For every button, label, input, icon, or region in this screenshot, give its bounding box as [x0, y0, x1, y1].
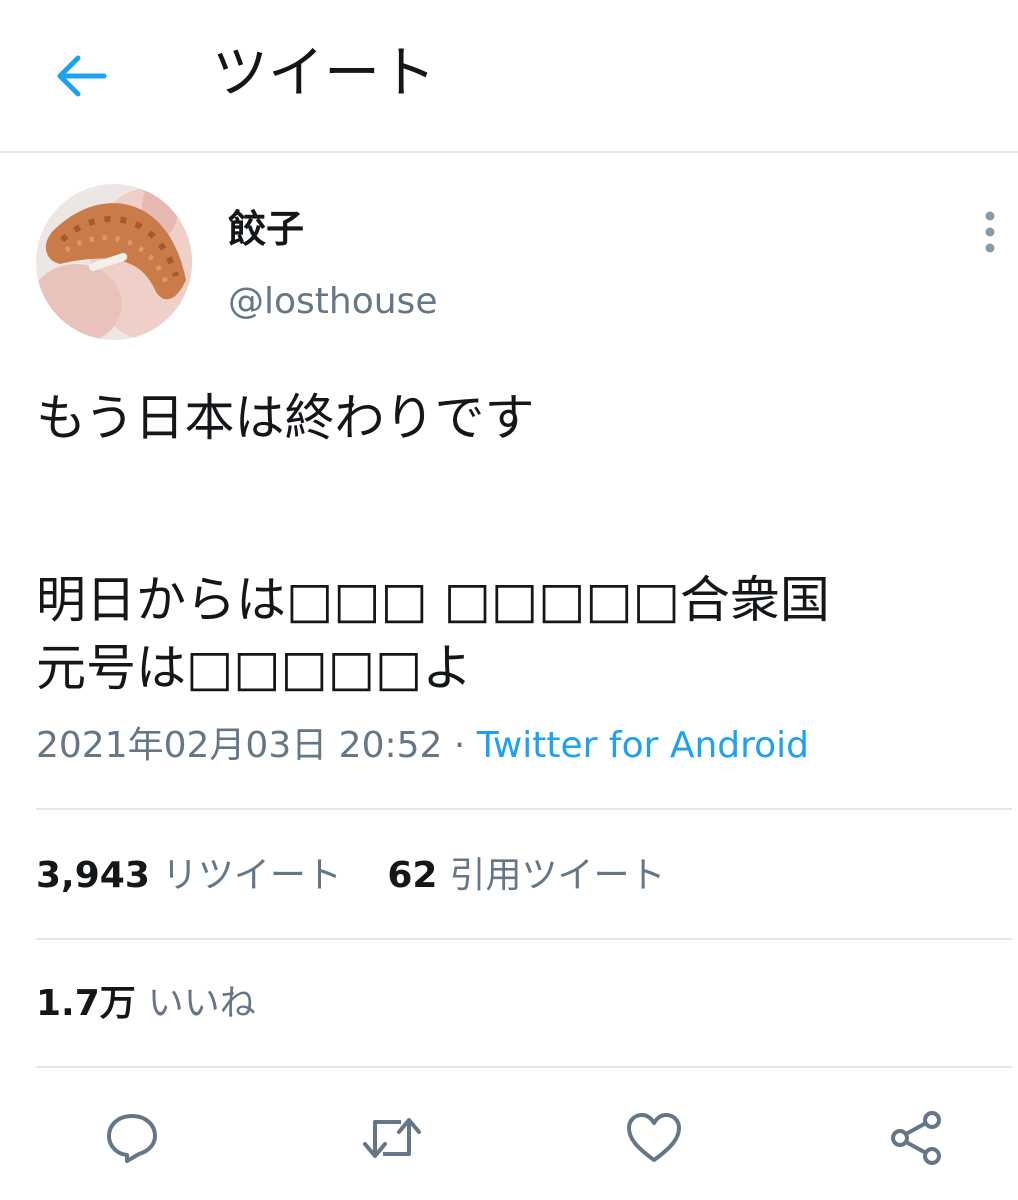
back-button[interactable] [52, 48, 112, 104]
likes-stat[interactable]: 1.7万 いいね [36, 974, 256, 1034]
tweet-timestamp: 2021年02月03日 20:52 [36, 725, 443, 766]
retweets-stat[interactable]: 3,943 リツイート [36, 846, 342, 906]
engagement-stats-row: 3,943 リツイート 62 引用ツイート [36, 846, 699, 906]
quotes-count: 62 [387, 855, 438, 896]
share-icon [891, 1111, 941, 1165]
quotes-stat[interactable]: 62 引用ツイート [387, 846, 665, 906]
vertical-ellipsis-icon [985, 211, 995, 253]
tweet-text: もう日本は終わりです 明日からは□□□ □□□□□合衆国 元号は□□□□□よ [36, 384, 996, 702]
likes-stats-row: 1.7万 いいね [36, 974, 290, 1034]
tweet-action-bar [0, 1098, 1018, 1178]
tweet-meta: 2021年02月03日 20:52 · Twitter for Android [36, 718, 809, 774]
likes-label: いいね [147, 983, 256, 1024]
retweet-icon [363, 1118, 421, 1158]
tweet-line: 明日からは□□□ □□□□□合衆国 [36, 571, 830, 629]
tweet-line: 元号は□□□□□よ [36, 639, 473, 697]
tweet-line [36, 452, 996, 566]
page-title: ツイート [212, 41, 436, 106]
more-options-button[interactable] [970, 206, 1010, 258]
meta-separator: · [453, 725, 466, 766]
likes-count: 1.7万 [36, 983, 136, 1024]
heart-icon [627, 1113, 681, 1162]
divider [36, 808, 1012, 810]
share-button[interactable] [876, 1098, 956, 1178]
retweet-button[interactable] [352, 1098, 432, 1178]
divider [36, 1066, 1012, 1068]
quotes-label: 引用ツイート [449, 855, 666, 896]
divider [36, 938, 1012, 940]
author-handle[interactable]: @losthouse [228, 278, 437, 326]
author-display-name[interactable]: 餃子 [228, 204, 304, 254]
retweets-label: リツイート [161, 855, 342, 896]
tweet-source-link[interactable]: Twitter for Android [477, 725, 809, 766]
avatar[interactable] [36, 184, 192, 340]
arrow-left-icon [57, 55, 107, 97]
reply-button[interactable] [92, 1098, 172, 1178]
app-header: ツイート [0, 0, 1018, 153]
tweet-line: もう日本は終わりです [36, 389, 535, 447]
like-button[interactable] [614, 1098, 694, 1178]
retweets-count: 3,943 [36, 855, 150, 896]
reply-icon [107, 1114, 157, 1163]
